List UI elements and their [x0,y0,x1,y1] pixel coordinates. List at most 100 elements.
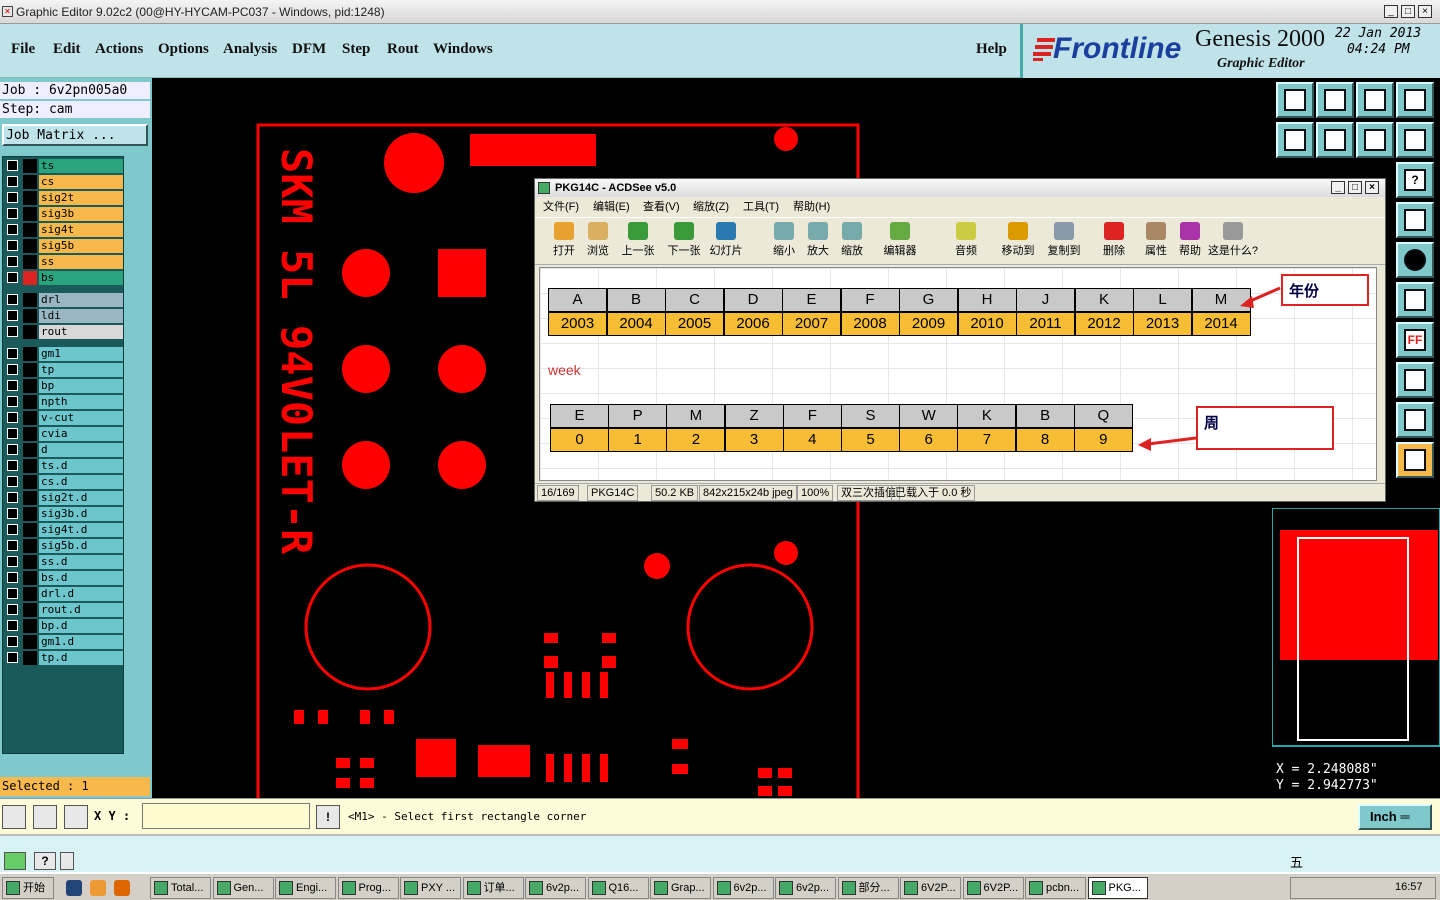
tool-button[interactable] [1396,402,1434,438]
layer-row[interactable]: sig4t.d [7,523,123,537]
layer-row[interactable]: gm1 [7,347,123,361]
tool-button[interactable] [1396,82,1434,118]
alert-icon[interactable]: ! [316,805,340,829]
taskbar-window-button[interactable]: PKG... [1087,877,1148,899]
taskbar-window-button[interactable]: Engi... [275,877,336,899]
tool-button[interactable] [1276,82,1314,118]
close-button[interactable]: × [1418,5,1432,18]
menu-edit[interactable]: Edit [53,41,81,58]
layer-checkbox[interactable] [7,412,18,423]
layer-row[interactable]: rout [7,325,123,339]
toolbar-button[interactable]: 下一张 [663,222,705,258]
layer-checkbox[interactable] [7,428,18,439]
layer-checkbox[interactable] [7,176,18,187]
acdsee-maximize-button[interactable]: □ [1348,181,1362,194]
acdsee-image-view[interactable]: A 2003 B 2004 C 2005 D 2006 E 2007 F 2008 G 2009 H 2010… [539,267,1377,481]
layer-checkbox[interactable] [7,604,18,615]
toolbar-button[interactable]: 删除 [1093,222,1135,258]
layer-row[interactable]: drl [7,293,123,307]
tool-button[interactable] [1316,82,1354,118]
measure-tool-icon[interactable] [33,805,57,829]
layer-row[interactable]: sig2t [7,191,123,205]
taskbar-window-button[interactable]: Gen... [212,877,274,899]
layer-row[interactable]: gm1.d [7,635,123,649]
toolbar-button[interactable]: 音频 [945,222,987,258]
tool-button[interactable] [1396,282,1434,318]
layer-row[interactable]: npth [7,395,123,409]
ime-indicator[interactable]: 五 [1290,852,1303,871]
taskbar-window-button[interactable]: Grap... [650,877,711,899]
layer-row[interactable]: tp [7,363,123,377]
taskbar-window-button[interactable]: pcbn... [1025,877,1086,899]
taskbar-window-button[interactable]: 6V2P... [962,877,1024,899]
taskbar-window-button[interactable]: 部分... [837,877,899,899]
taskbar-window-button[interactable]: Total... [150,877,211,899]
maximize-button[interactable]: □ [1401,5,1415,18]
toolbar-button[interactable]: 幻灯片 [705,222,747,258]
layer-checkbox[interactable] [7,208,18,219]
layer-checkbox[interactable] [7,256,18,267]
layer-row[interactable]: sig2t.d [7,491,123,505]
start-button[interactable]: 开始 [2,877,54,899]
help-tool-button[interactable]: ? [1396,162,1434,198]
acdsee-menu-item[interactable]: 编辑(E) [593,198,630,216]
layer-row[interactable]: sig4t [7,223,123,237]
layer-row[interactable]: ldi [7,309,123,323]
layer-checkbox[interactable] [7,160,18,171]
layer-row[interactable]: drl.d [7,587,123,601]
acdsee-menu-item[interactable]: 文件(F) [543,198,579,216]
overview-map[interactable] [1272,508,1440,748]
layer-checkbox[interactable] [7,652,18,663]
taskbar-window-button[interactable]: 订单... [462,877,524,899]
zoom-tool-icon[interactable] [2,805,26,829]
layer-checkbox[interactable] [7,348,18,359]
toolbar-button[interactable]: 这是什么? [1203,222,1263,258]
layer-checkbox[interactable] [7,636,18,647]
toolbar-button[interactable]: 浏览 [577,222,619,258]
layer-row[interactable]: cs [7,175,123,189]
layer-row[interactable]: rout.d [7,603,123,617]
toolbar-button[interactable]: 缩放 [831,222,873,258]
layer-row[interactable]: cs.d [7,475,123,489]
tool-button[interactable] [1396,202,1434,238]
taskbar-window-button[interactable]: PXY ... [400,877,461,899]
layer-checkbox[interactable] [7,572,18,583]
layer-row[interactable]: bs [7,271,123,285]
layer-row[interactable]: sig5b.d [7,539,123,553]
menu-options[interactable]: Options [158,41,209,58]
layer-checkbox[interactable] [7,556,18,567]
layer-checkbox[interactable] [7,588,18,599]
menu-analysis[interactable]: Analysis [223,41,277,58]
layer-checkbox[interactable] [7,310,18,321]
layer-row[interactable]: ts [7,159,123,173]
layer-row[interactable]: v-cut [7,411,123,425]
layer-checkbox[interactable] [7,620,18,631]
menu-step[interactable]: Step [342,41,370,58]
menu-help[interactable]: Help [976,41,1007,58]
toolbar-button[interactable]: 上一张 [617,222,659,258]
layer-checkbox[interactable] [7,540,18,551]
quick-launch-icon[interactable] [66,880,82,896]
layer-row[interactable]: tp.d [7,651,123,665]
layer-row[interactable]: sig5b [7,239,123,253]
help-icon[interactable]: ? [34,852,56,870]
layer-row[interactable]: ts.d [7,459,123,473]
menu-rout[interactable]: Rout [387,41,419,58]
menu-dfm[interactable]: DFM [292,41,326,58]
acdsee-menu-item[interactable]: 帮助(H) [793,198,830,216]
menu-windows[interactable]: Windows [433,41,493,58]
tool-button[interactable] [1396,122,1434,158]
job-matrix-button[interactable]: Job Matrix ... [2,124,148,146]
layer-row[interactable]: bp.d [7,619,123,633]
tool-button[interactable] [1396,362,1434,398]
layer-checkbox[interactable] [7,476,18,487]
taskbar-window-button[interactable]: 6v2p... [712,877,774,899]
tool-button[interactable] [1316,122,1354,158]
layer-row[interactable]: sig3b.d [7,507,123,521]
layer-row[interactable]: sig3b [7,207,123,221]
layer-checkbox[interactable] [7,294,18,305]
toolbar-button[interactable]: 移动到 [997,222,1039,258]
taskbar-window-button[interactable]: 6v2p... [775,877,836,899]
spin-icon[interactable] [60,852,74,870]
s-icon[interactable] [4,852,26,870]
